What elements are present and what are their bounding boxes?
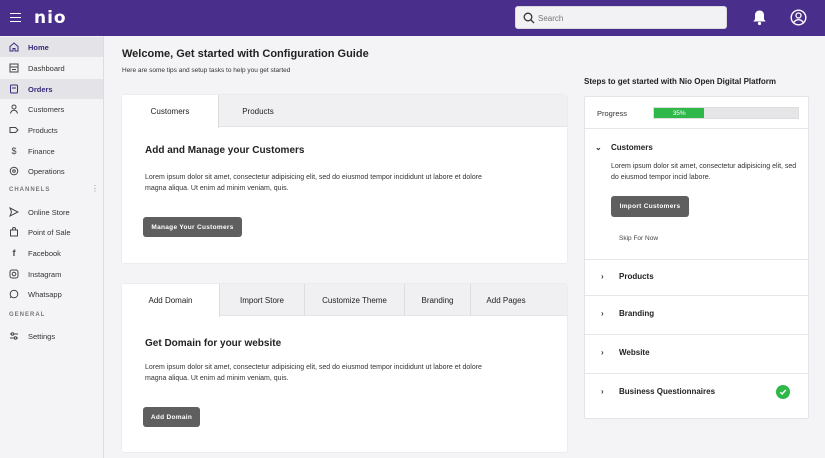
sidebar-item-label: Finance <box>28 146 55 156</box>
check-circle-icon <box>776 385 790 399</box>
sidebar-item-instagram[interactable]: Instagram <box>0 264 103 284</box>
divider <box>585 334 808 335</box>
step-label: Branding <box>619 309 655 318</box>
chevron-right-icon: › <box>601 348 604 357</box>
page-subtitle: Here are some tips and setup tasks to he… <box>122 67 291 74</box>
sidebar-item-home[interactable]: Home <box>0 37 103 57</box>
card-heading: Add and Manage your Customers <box>145 145 305 156</box>
send-icon <box>9 207 19 217</box>
top-bar: nio <box>0 0 825 36</box>
progress-bar: 35% <box>653 107 799 119</box>
tab-add-domain[interactable]: Add Domain <box>122 284 220 317</box>
steps-panel: Progress 35% ⌄ Customers Lorem ipsum dol… <box>584 96 809 419</box>
import-customers-button[interactable]: Import Customers <box>611 196 689 217</box>
sidebar-item-dashboard[interactable]: Dashboard <box>0 58 103 78</box>
sidebar-item-label: Products <box>28 125 58 135</box>
sidebar-item-finance[interactable]: $ Finance <box>0 141 103 161</box>
tab-customers[interactable]: Customers <box>122 95 219 128</box>
home-icon <box>9 42 19 52</box>
divider <box>585 295 808 296</box>
search-box[interactable] <box>515 6 727 29</box>
settings-icon <box>9 331 19 341</box>
chevron-right-icon: › <box>601 309 604 318</box>
sidebar-item-label: Facebook <box>28 248 61 258</box>
step-business-questionnaires[interactable]: › Business Questionnaires <box>585 387 808 401</box>
steps-title: Steps to get started with Nio Open Digit… <box>584 77 777 86</box>
hamburger-menu-icon[interactable] <box>10 13 21 22</box>
progress-label: Progress <box>597 109 628 118</box>
sidebar-item-label: Whatsapp <box>28 289 62 299</box>
tab-customize-theme[interactable]: Customize Theme <box>305 284 405 316</box>
bell-icon[interactable] <box>752 9 767 26</box>
person-icon <box>9 104 19 114</box>
add-domain-button[interactable]: Add Domain <box>143 407 200 427</box>
divider <box>585 259 808 260</box>
page-title: Welcome, Get started with Configuration … <box>122 48 369 60</box>
card-body: Lorem ipsum dolor sit amet, consectetur … <box>145 364 482 382</box>
user-account-icon[interactable] <box>790 9 807 26</box>
step-products[interactable]: › Products <box>585 272 808 286</box>
card-heading: Get Domain for your website <box>145 338 282 349</box>
step-website[interactable]: › Website <box>585 348 808 362</box>
step-label: Website <box>619 348 650 357</box>
channels-heading: CHANNELS <box>9 187 51 193</box>
sidebar-item-label: Online Store <box>28 207 70 217</box>
sidebar-item-label: Home <box>28 42 49 52</box>
sidebar-item-customers[interactable]: Customers <box>0 99 103 119</box>
divider <box>585 128 808 129</box>
tab-import-store[interactable]: Import Store <box>220 284 305 316</box>
step-branding[interactable]: › Branding <box>585 309 808 323</box>
sidebar-item-label: Operations <box>28 166 65 176</box>
orders-icon <box>9 84 19 94</box>
step-label: Customers <box>611 143 653 152</box>
search-icon <box>523 12 535 24</box>
sidebar-item-label: Dashboard <box>28 63 65 73</box>
app-logo[interactable]: nio <box>34 8 67 28</box>
manage-customers-button[interactable]: Manage Your Customers <box>143 217 242 237</box>
search-input[interactable] <box>538 10 718 26</box>
facebook-icon: f <box>12 248 16 258</box>
tag-icon <box>9 125 19 135</box>
sidebar-item-label: Orders <box>28 84 53 94</box>
website-card: Add Domain Import Store Customize Theme … <box>122 284 567 452</box>
sidebar-item-facebook[interactable]: f Facebook <box>0 243 103 263</box>
sidebar-item-point-of-sale[interactable]: Point of Sale <box>0 222 103 242</box>
chevron-right-icon: › <box>601 387 604 396</box>
more-options-icon[interactable]: ⋮ <box>91 184 99 193</box>
divider <box>585 373 808 374</box>
sidebar-item-label: Point of Sale <box>28 227 71 237</box>
sidebar-item-label: Instagram <box>28 269 62 279</box>
sidebar-item-label: Customers <box>28 104 65 114</box>
instagram-icon <box>9 269 19 279</box>
sidebar-item-settings[interactable]: Settings <box>0 326 103 346</box>
sidebar-item-whatsapp[interactable]: Whatsapp <box>0 284 103 304</box>
skip-for-now-link[interactable]: Skip For Now <box>619 235 658 242</box>
sidebar: Home Dashboard Orders Customers Products… <box>0 36 104 458</box>
tab-branding[interactable]: Branding <box>405 284 471 316</box>
step-description: Lorem ipsum dolor sit amet, consectetur … <box>611 163 797 181</box>
tab-bar: Customers Products <box>122 95 567 128</box>
sidebar-item-products[interactable]: Products <box>0 120 103 140</box>
tab-products[interactable]: Products <box>219 95 297 127</box>
step-label: Business Questionnaires <box>619 387 716 396</box>
card-body: Lorem ipsum dolor sit amet, consectetur … <box>145 174 482 192</box>
sidebar-item-label: Settings <box>28 331 56 341</box>
gear-icon <box>9 166 19 176</box>
whatsapp-icon <box>9 289 19 299</box>
progress-fill: 35% <box>654 108 705 118</box>
chevron-down-icon: ⌄ <box>595 143 602 152</box>
sidebar-item-online-store[interactable]: Online Store <box>0 202 103 222</box>
step-label: Products <box>619 272 654 281</box>
dashboard-icon <box>9 63 19 73</box>
tab-bar: Add Domain Import Store Customize Theme … <box>122 284 567 317</box>
sidebar-item-orders[interactable]: Orders <box>0 79 103 99</box>
chevron-right-icon: › <box>601 272 604 281</box>
dollar-icon: $ <box>11 146 17 156</box>
general-heading: GENERAL <box>9 312 46 318</box>
bag-icon <box>9 227 19 237</box>
customers-card: Customers Products Add and Manage your C… <box>122 95 567 263</box>
sidebar-item-operations[interactable]: Operations <box>0 161 103 181</box>
tab-add-pages[interactable]: Add Pages <box>471 284 541 316</box>
